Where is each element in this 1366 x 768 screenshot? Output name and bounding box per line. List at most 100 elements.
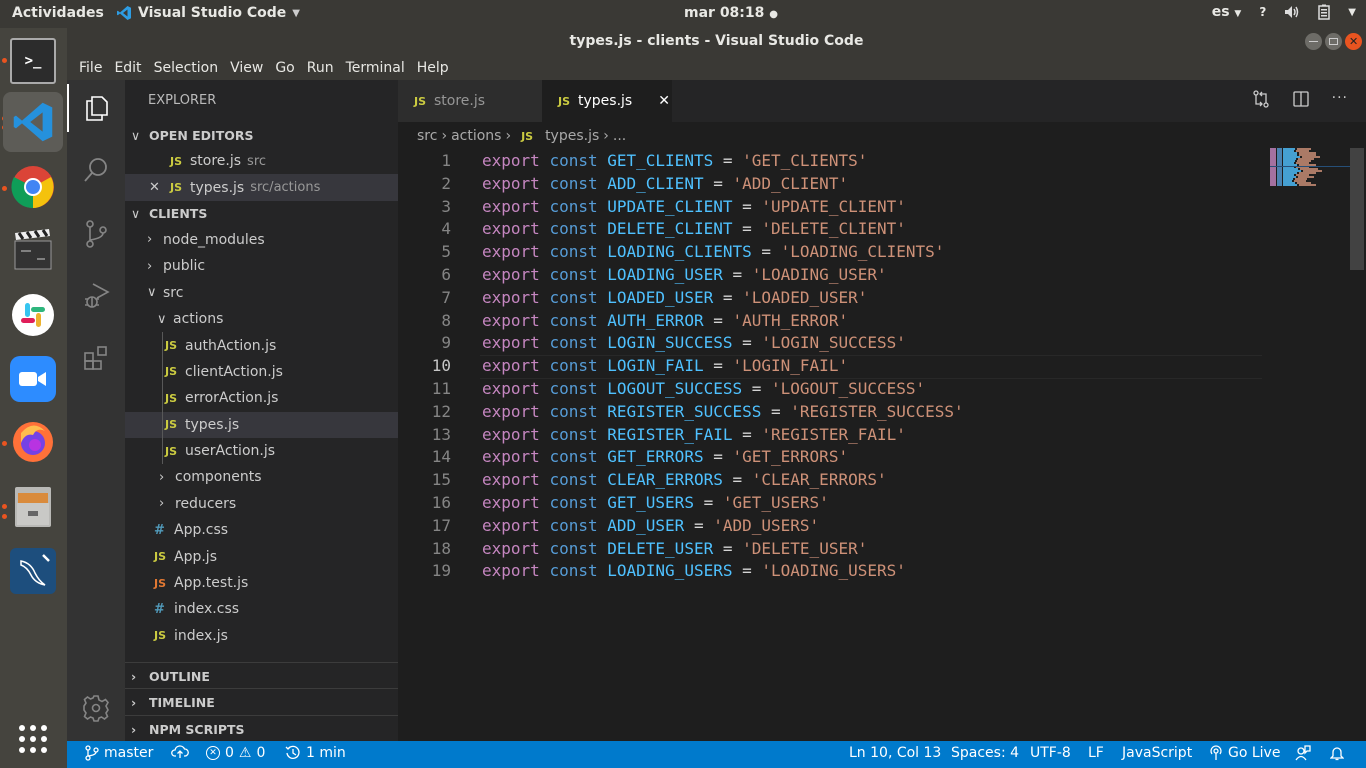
clock[interactable]: mar 08:18 ● bbox=[684, 5, 778, 21]
sync-button[interactable] bbox=[171, 745, 189, 759]
npm-scripts-section-header[interactable]: › NPM SCRIPTS bbox=[125, 715, 398, 742]
code-line[interactable]: 3 export const UPDATE_CLIENT = 'UPDATE_CL… bbox=[398, 196, 1366, 219]
dock-files[interactable] bbox=[10, 484, 56, 530]
tree-file[interactable]: JS App.js bbox=[125, 543, 398, 569]
breadcrumb-item[interactable]: actions bbox=[451, 128, 501, 144]
code-editor[interactable]: 1 export const GET_CLIENTS = 'GET_CLIENTS… bbox=[398, 150, 1366, 583]
dock-zoom[interactable] bbox=[10, 356, 56, 402]
close-window-button[interactable]: ✕ bbox=[1345, 33, 1362, 50]
workspace-header[interactable]: ∨ CLIENTS bbox=[125, 201, 398, 227]
system-menu-chevron-icon[interactable]: ▼ bbox=[1348, 7, 1356, 18]
code-line[interactable]: 16 export const GET_USERS = 'GET_USERS' bbox=[398, 492, 1366, 515]
editor-scrollbar[interactable] bbox=[1350, 148, 1364, 270]
line-ending[interactable]: LF bbox=[1088, 745, 1104, 761]
timer-indicator[interactable]: 1 min bbox=[285, 745, 346, 761]
tree-file[interactable]: # index.css bbox=[125, 596, 398, 622]
code-line[interactable]: 2 export const ADD_CLIENT = 'ADD_CLIENT' bbox=[398, 173, 1366, 196]
breadcrumb-item[interactable]: ... bbox=[613, 128, 626, 144]
dock-slack[interactable] bbox=[10, 292, 56, 338]
code-line[interactable]: 1 export const GET_CLIENTS = 'GET_CLIENTS… bbox=[398, 150, 1366, 173]
menu-selection[interactable]: Selection bbox=[148, 60, 225, 76]
encoding[interactable]: UTF-8 bbox=[1030, 745, 1071, 761]
menu-help[interactable]: Help bbox=[411, 60, 455, 76]
battery-icon[interactable] bbox=[1318, 4, 1331, 20]
more-actions-icon[interactable]: ··· bbox=[1332, 90, 1348, 108]
indentation[interactable]: Spaces: 4 bbox=[951, 745, 1019, 761]
tree-file[interactable]: JS App.test.js bbox=[125, 570, 398, 596]
tree-folder[interactable]: ∨ actions bbox=[125, 306, 398, 332]
tree-file[interactable]: JS authAction.js bbox=[125, 332, 398, 359]
tree-file[interactable]: JS errorAction.js bbox=[125, 385, 398, 412]
activity-extensions[interactable] bbox=[67, 334, 125, 382]
problems-indicator[interactable]: ✕ 0 ⚠ 0 bbox=[206, 745, 265, 761]
dock-mysql-workbench[interactable] bbox=[10, 548, 56, 594]
tab-store-js[interactable]: JS store.js bbox=[398, 80, 542, 122]
minimize-button[interactable] bbox=[1305, 33, 1322, 50]
help-icon[interactable]: ? bbox=[1259, 5, 1266, 19]
code-line[interactable]: 10 export const LOGIN_FAIL = 'LOGIN_FAIL' bbox=[398, 355, 1366, 379]
code-line[interactable]: 9 export const LOGIN_SUCCESS = 'LOGIN_SUC… bbox=[398, 332, 1366, 355]
maximize-button[interactable] bbox=[1325, 33, 1342, 50]
feedback-button[interactable] bbox=[1295, 745, 1311, 761]
code-line[interactable]: 18 export const DELETE_USER = 'DELETE_USE… bbox=[398, 538, 1366, 561]
app-menu[interactable]: Visual Studio Code ▼ bbox=[116, 5, 300, 21]
menu-run[interactable]: Run bbox=[301, 60, 340, 76]
code-line[interactable]: 11 export const LOGOUT_SUCCESS = 'LOGOUT_… bbox=[398, 378, 1366, 401]
code-line[interactable]: 12 export const REGISTER_SUCCESS = 'REGIS… bbox=[398, 401, 1366, 424]
volume-icon[interactable] bbox=[1284, 5, 1300, 19]
tree-file[interactable]: JS userAction.js bbox=[125, 437, 398, 465]
dock-vscode[interactable] bbox=[3, 92, 63, 152]
code-line[interactable]: 15 export const CLEAR_ERRORS = 'CLEAR_ERR… bbox=[398, 469, 1366, 492]
tree-file[interactable]: # App.css bbox=[125, 517, 398, 543]
dock-terminal[interactable]: >_ bbox=[10, 38, 56, 84]
activity-run-debug[interactable] bbox=[67, 272, 125, 320]
open-editor-item[interactable]: ✕ JS types.js src/actions bbox=[125, 174, 398, 201]
open-editor-item[interactable]: JS store.js src bbox=[125, 148, 398, 174]
timeline-section-header[interactable]: › TIMELINE bbox=[125, 688, 398, 715]
open-editors-header[interactable]: ∨ OPEN EDITORS bbox=[125, 122, 398, 148]
compare-changes-icon[interactable] bbox=[1252, 90, 1270, 108]
tree-file-selected[interactable]: JS types.js bbox=[125, 411, 398, 438]
dock-firefox[interactable] bbox=[10, 418, 56, 464]
breadcrumb-item[interactable]: types.js bbox=[545, 128, 599, 144]
tree-folder[interactable]: ∨ src bbox=[125, 280, 398, 306]
tree-file[interactable]: JS index.js bbox=[125, 623, 398, 649]
notifications-button[interactable] bbox=[1330, 745, 1344, 761]
activity-explorer[interactable] bbox=[67, 84, 125, 132]
tree-folder[interactable]: › public bbox=[125, 253, 398, 279]
tree-folder[interactable]: › reducers bbox=[125, 491, 398, 517]
outline-section-header[interactable]: › OUTLINE bbox=[125, 662, 398, 689]
tree-folder[interactable]: › components bbox=[125, 464, 398, 490]
code-line[interactable]: 7 export const LOADED_USER = 'LOADED_USER… bbox=[398, 287, 1366, 310]
code-line[interactable]: 14 export const GET_ERRORS = 'GET_ERRORS' bbox=[398, 446, 1366, 469]
code-line[interactable]: 13 export const REGISTER_FAIL = 'REGISTER… bbox=[398, 424, 1366, 447]
code-line[interactable]: 17 export const ADD_USER = 'ADD_USERS' bbox=[398, 515, 1366, 538]
cursor-position[interactable]: Ln 10, Col 13 bbox=[849, 745, 941, 761]
menu-file[interactable]: File bbox=[73, 60, 108, 76]
split-editor-icon[interactable] bbox=[1292, 90, 1310, 108]
code-line[interactable]: 5 export const LOADING_CLIENTS = 'LOADING… bbox=[398, 241, 1366, 264]
go-live-button[interactable]: Go Live bbox=[1209, 745, 1280, 761]
code-line[interactable]: 4 export const DELETE_CLIENT = 'DELETE_CL… bbox=[398, 218, 1366, 241]
code-line[interactable]: 6 export const LOADING_USER = 'LOADING_US… bbox=[398, 264, 1366, 287]
show-applications-button[interactable] bbox=[10, 716, 56, 762]
tree-file[interactable]: JS clientAction.js bbox=[125, 358, 398, 386]
dock-video-editor[interactable] bbox=[10, 226, 56, 272]
code-line[interactable]: 8 export const AUTH_ERROR = 'AUTH_ERROR' bbox=[398, 310, 1366, 333]
menu-view[interactable]: View bbox=[224, 60, 269, 76]
activities-button[interactable]: Actividades bbox=[12, 5, 104, 21]
breadcrumb-item[interactable]: src bbox=[417, 128, 437, 144]
minimap[interactable] bbox=[1270, 148, 1350, 188]
keyboard-layout[interactable]: es ▼ bbox=[1212, 4, 1242, 20]
close-editor-icon[interactable]: ✕ bbox=[149, 180, 170, 195]
activity-manage[interactable] bbox=[67, 684, 125, 732]
activity-search[interactable] bbox=[67, 146, 125, 194]
code-line[interactable]: 19 export const LOADING_USERS = 'LOADING_… bbox=[398, 560, 1366, 583]
language-mode[interactable]: JavaScript bbox=[1122, 745, 1192, 761]
tree-folder[interactable]: › node_modules bbox=[125, 227, 398, 253]
close-tab-icon[interactable]: ✕ bbox=[658, 93, 670, 109]
menu-go[interactable]: Go bbox=[269, 60, 300, 76]
menu-terminal[interactable]: Terminal bbox=[340, 60, 411, 76]
dock-chrome[interactable] bbox=[10, 164, 56, 210]
branch-indicator[interactable]: master bbox=[85, 745, 153, 761]
